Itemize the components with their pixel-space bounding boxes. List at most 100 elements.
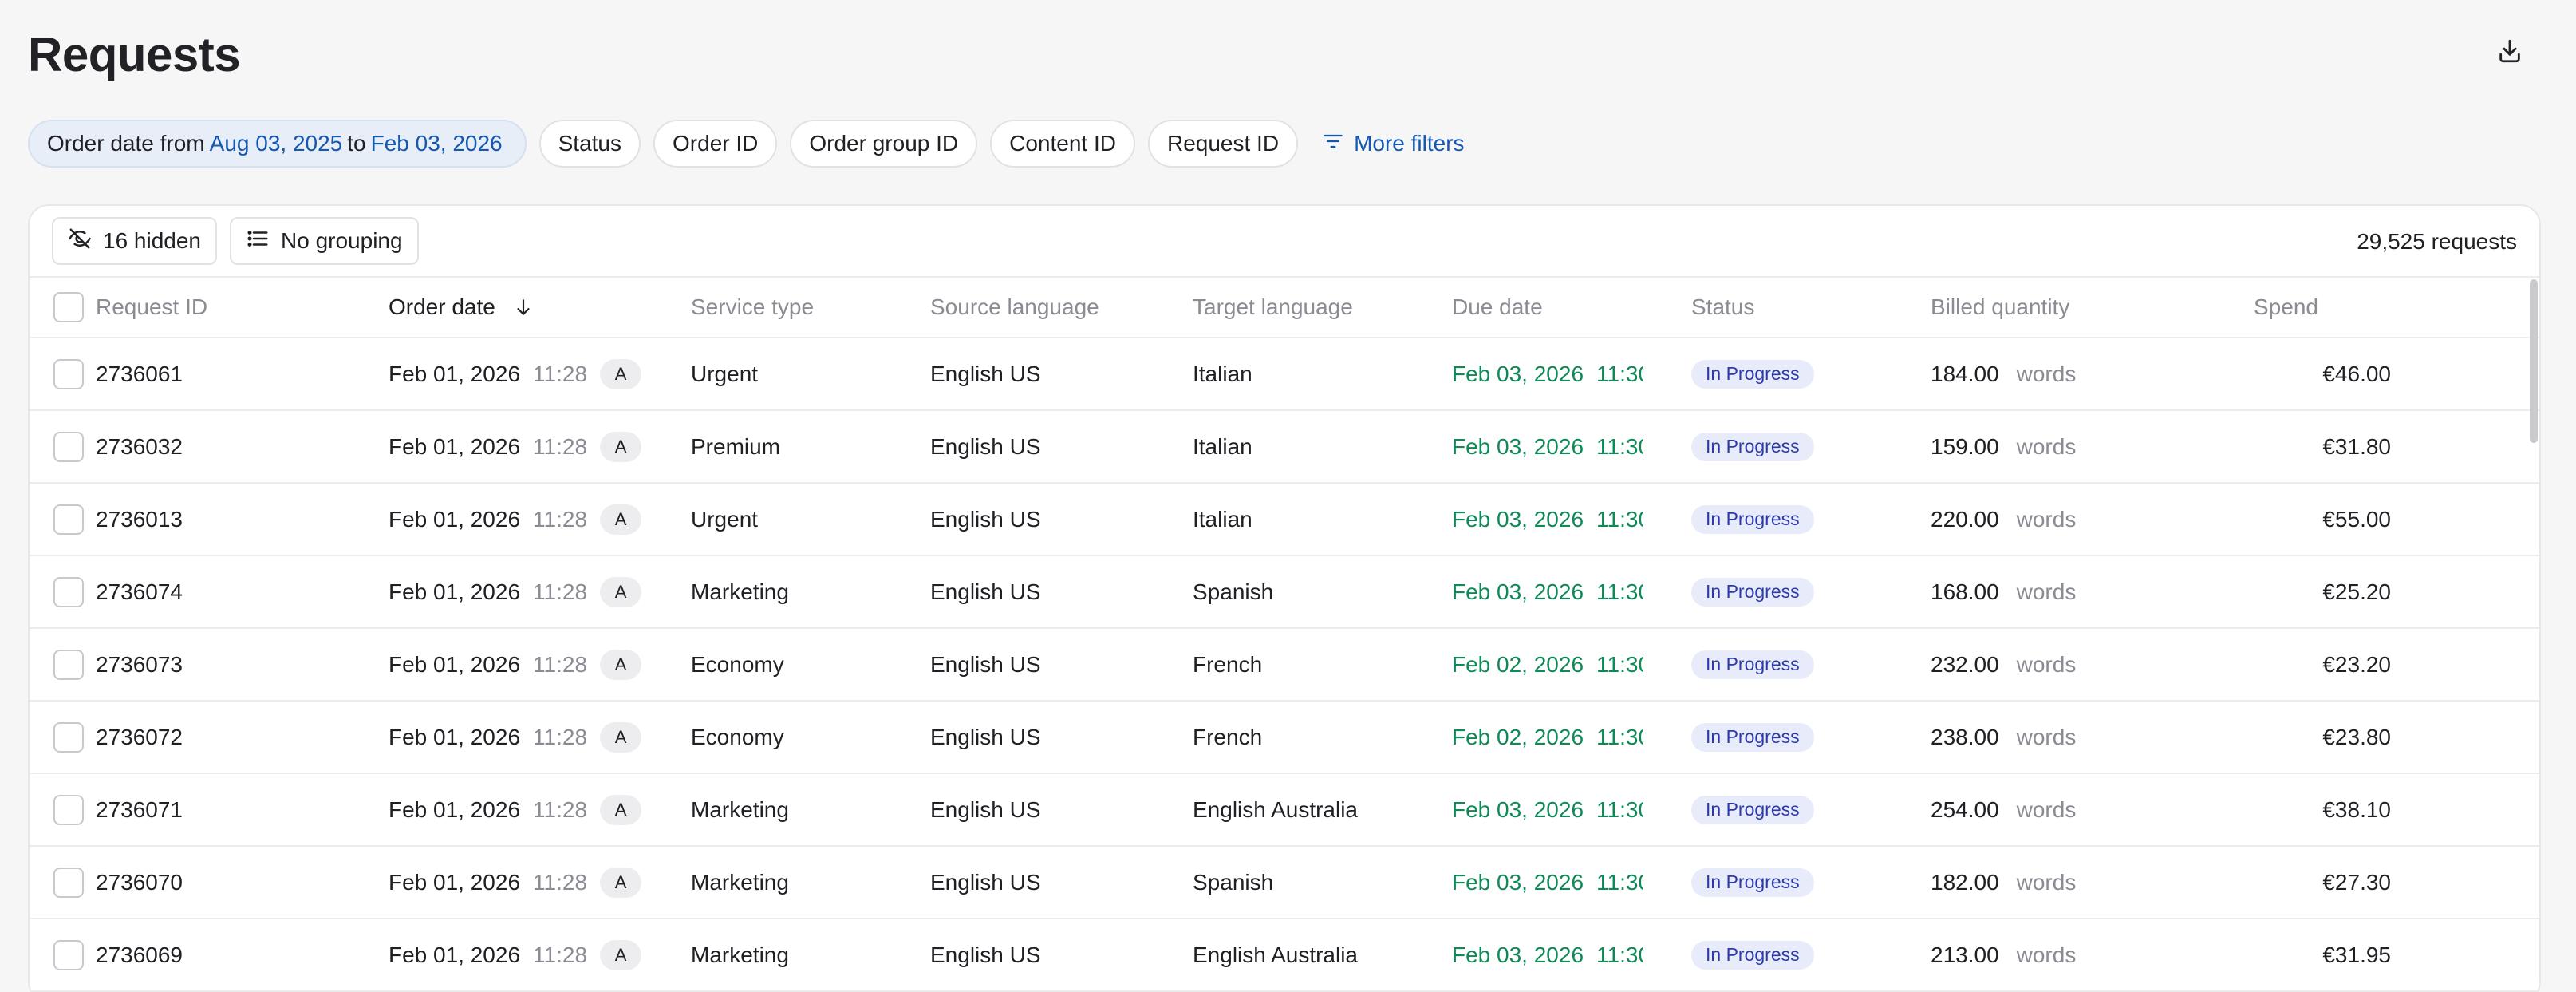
target-language-cell: Italian <box>1193 361 1252 386</box>
service-type-cell: Urgent <box>691 506 759 532</box>
billed-quantity-unit: words <box>2016 361 2077 386</box>
due-date-cell: Feb 03, 2026 11:30 <box>1452 556 1643 627</box>
order-source-badge: A <box>600 794 642 825</box>
status-cell: In Progress <box>1691 847 1814 918</box>
order-date-cell: Feb 01, 2026 11:28 A <box>389 919 642 990</box>
request-id-cell[interactable]: 2736074 <box>96 556 183 627</box>
due-time-value: 11:30 <box>1596 796 1643 822</box>
row-checkbox[interactable] <box>53 649 84 680</box>
date-filter-to-word: to <box>347 131 366 156</box>
header-spend[interactable]: Spend <box>2254 278 2318 337</box>
order-date-value: Feb 01, 2026 <box>389 651 521 677</box>
target-language-cell: Italian <box>1193 506 1252 532</box>
source-language-cell: English US <box>930 361 1041 386</box>
table-row[interactable]: 2736013 Feb 01, 2026 11:28 A Urgent Engl… <box>30 484 2539 556</box>
billed-quantity-value: 182.00 <box>1931 869 1999 895</box>
billed-quantity-cell: 184.00 words <box>1931 338 2076 409</box>
status-badge: In Progress <box>1691 359 1814 389</box>
table-row[interactable]: 2736071 Feb 01, 2026 11:28 A Marketing E… <box>30 774 2539 847</box>
header-target-language[interactable]: Target language <box>1193 278 1353 337</box>
status-badge: In Progress <box>1691 504 1814 534</box>
table-row[interactable]: 2736073 Feb 01, 2026 11:28 A Economy Eng… <box>30 629 2539 702</box>
order-group-id-filter-chip[interactable]: Order group ID <box>790 120 978 168</box>
requests-table-card: 16 hidden No grouping 29,525 requests Re… <box>28 204 2541 992</box>
billed-quantity-value: 168.00 <box>1931 579 1999 604</box>
due-time-value: 11:30 <box>1596 869 1643 895</box>
request-id-cell[interactable]: 2736013 <box>96 484 183 555</box>
sort-descending-icon[interactable] <box>513 297 534 318</box>
request-count: 29,525 requests <box>2357 229 2517 254</box>
hidden-columns-label: 16 hidden <box>103 228 202 253</box>
order-source-badge: A <box>600 431 642 462</box>
row-checkbox[interactable] <box>53 867 84 898</box>
list-icon <box>246 227 270 256</box>
service-type-cell: Economy <box>691 651 784 677</box>
source-language-cell: English US <box>930 651 1041 677</box>
service-type-cell: Premium <box>691 433 781 459</box>
status-filter-chip[interactable]: Status <box>538 120 641 168</box>
row-checkbox[interactable] <box>53 721 84 753</box>
order-date-value: Feb 01, 2026 <box>389 942 521 967</box>
order-id-filter-chip[interactable]: Order ID <box>653 120 778 168</box>
table-row[interactable]: 2736070 Feb 01, 2026 11:28 A Marketing E… <box>30 847 2539 919</box>
order-date-filter-chip[interactable]: Order date from Aug 03, 2025 to Feb 03, … <box>28 120 527 168</box>
order-date-cell: Feb 01, 2026 11:28 A <box>389 484 642 555</box>
source-language-cell: English US <box>930 433 1041 459</box>
table-scrollbar-thumb[interactable] <box>2530 279 2538 443</box>
table-row[interactable]: 2736032 Feb 01, 2026 11:28 A Premium Eng… <box>30 411 2539 484</box>
due-date-cell: Feb 03, 2026 11:30 <box>1452 338 1643 409</box>
header-due-date[interactable]: Due date <box>1452 278 1643 337</box>
service-type-cell: Marketing <box>691 942 789 967</box>
request-id-cell[interactable]: 2736071 <box>96 774 183 845</box>
download-button[interactable] <box>2491 34 2529 72</box>
row-checkbox[interactable] <box>53 576 84 607</box>
table-row[interactable]: 2736072 Feb 01, 2026 11:28 A Economy Eng… <box>30 702 2539 774</box>
request-id-cell[interactable]: 2736069 <box>96 919 183 990</box>
status-cell: In Progress <box>1691 338 1814 409</box>
select-all-checkbox[interactable] <box>53 292 84 322</box>
header-billed-quantity[interactable]: Billed quantity <box>1931 278 2069 337</box>
billed-quantity-value: 220.00 <box>1931 506 1999 532</box>
request-id-cell[interactable]: 2736032 <box>96 411 183 482</box>
target-language-cell: Spanish <box>1193 579 1274 604</box>
grouping-button[interactable]: No grouping <box>230 217 419 265</box>
order-date-cell: Feb 01, 2026 11:28 A <box>389 847 642 918</box>
more-filters-button[interactable]: More filters <box>1311 130 1475 158</box>
content-id-filter-chip[interactable]: Content ID <box>990 120 1135 168</box>
due-time-value: 11:30 <box>1596 942 1643 967</box>
row-checkbox[interactable] <box>53 794 84 825</box>
billed-quantity-value: 254.00 <box>1931 796 1999 822</box>
header-source-language[interactable]: Source language <box>930 278 1099 337</box>
row-checkbox[interactable] <box>53 939 84 970</box>
service-type-cell: Marketing <box>691 796 789 822</box>
billed-quantity-cell: 238.00 words <box>1931 702 2076 773</box>
order-source-badge: A <box>600 867 642 898</box>
request-id-cell[interactable]: 2736070 <box>96 847 183 918</box>
order-source-badge: A <box>600 721 642 753</box>
status-cell: In Progress <box>1691 484 1814 555</box>
request-id-cell[interactable]: 2736061 <box>96 338 183 409</box>
due-date-cell: Feb 03, 2026 11:30 <box>1452 847 1643 918</box>
due-date-value: Feb 03, 2026 <box>1452 506 1584 532</box>
table-row[interactable]: 2736069 Feb 01, 2026 11:28 A Marketing E… <box>30 919 2539 992</box>
row-checkbox[interactable] <box>53 504 84 535</box>
header-status[interactable]: Status <box>1691 278 1754 337</box>
header-order-date[interactable]: Order date <box>389 278 534 337</box>
request-id-filter-chip[interactable]: Request ID <box>1147 120 1299 168</box>
table-toolbar: 16 hidden No grouping 29,525 requests <box>30 206 2539 278</box>
order-source-badge: A <box>600 939 642 970</box>
order-date-value: Feb 01, 2026 <box>389 869 521 895</box>
billed-quantity-unit: words <box>2016 796 2077 822</box>
header-request-id[interactable]: Request ID <box>96 278 207 337</box>
table-row[interactable]: 2736074 Feb 01, 2026 11:28 A Marketing E… <box>30 556 2539 629</box>
spend-cell: €55.00 <box>2322 506 2391 532</box>
row-checkbox[interactable] <box>53 358 84 389</box>
request-id-cell[interactable]: 2736072 <box>96 702 183 773</box>
row-checkbox[interactable] <box>53 431 84 462</box>
request-id-cell[interactable]: 2736073 <box>96 629 183 700</box>
spend-cell: €25.20 <box>2322 579 2391 604</box>
header-service-type[interactable]: Service type <box>691 278 814 337</box>
table-row[interactable]: 2736061 Feb 01, 2026 11:28 A Urgent Engl… <box>30 338 2539 411</box>
hidden-columns-button[interactable]: 16 hidden <box>52 217 218 265</box>
order-time-value: 11:28 <box>533 651 588 677</box>
